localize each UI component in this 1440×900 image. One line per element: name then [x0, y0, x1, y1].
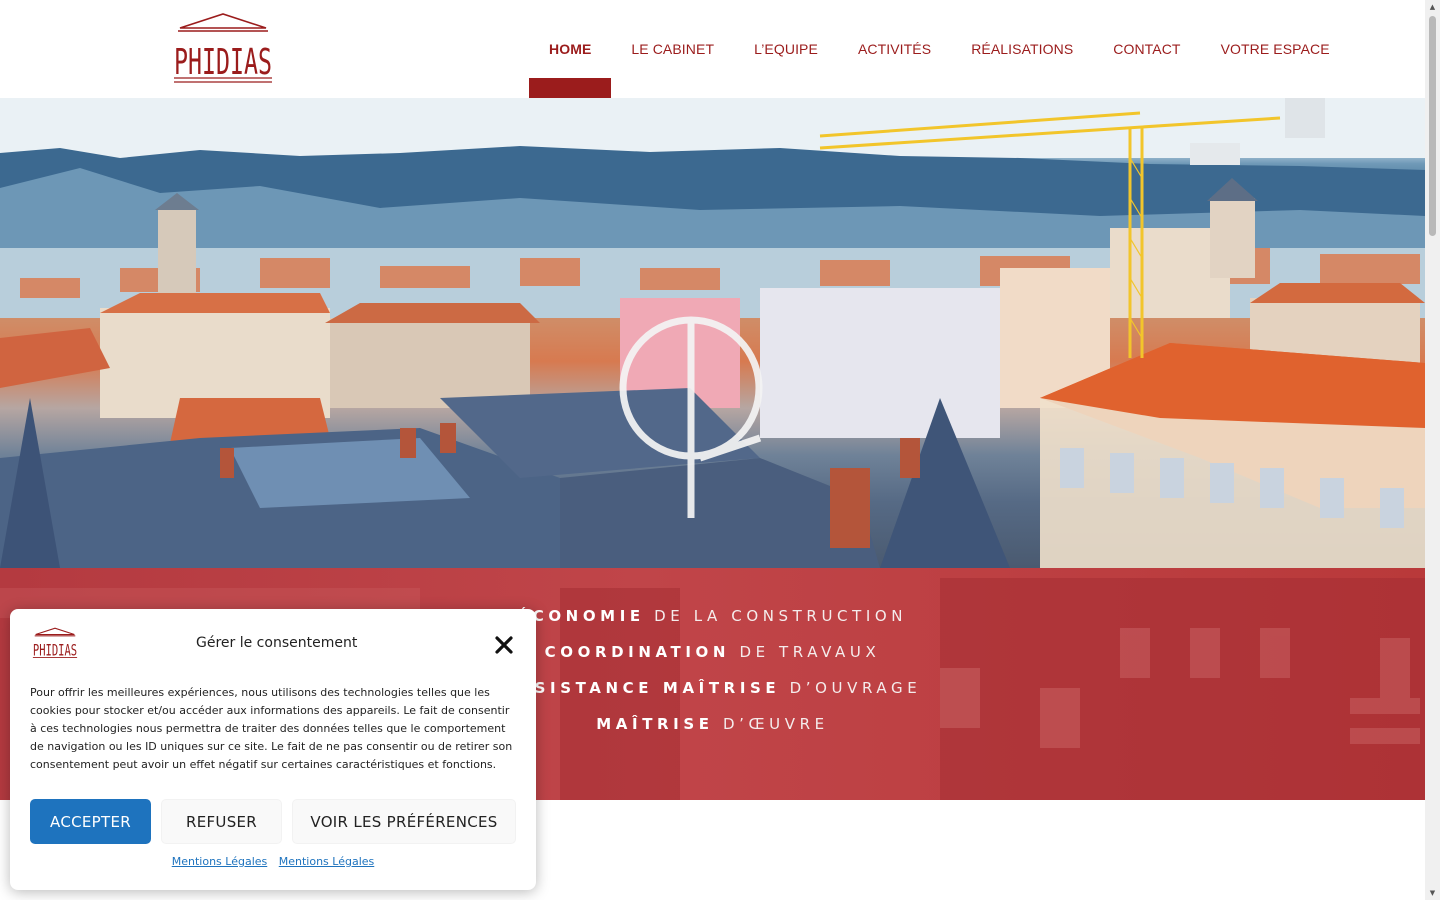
main-nav: HOME LE CABINET L’EQUIPE ACTIVITÉS RÉALI… [529, 0, 1350, 98]
cookie-consent-dialog: PHIDIAS Gérer le consentement Pour offri… [10, 609, 536, 890]
phidias-logo[interactable]: PHIDIAS [172, 12, 274, 86]
legal-notice-link[interactable]: Mentions Légales [172, 855, 268, 868]
nav-item-votre-espace[interactable]: VOTRE ESPACE [1201, 0, 1350, 98]
consent-text: Pour offrir les meilleures expériences, … [30, 686, 513, 771]
close-icon[interactable] [494, 635, 514, 655]
hero-image [0, 98, 1425, 568]
consent-logo-text: PHIDIAS [33, 640, 77, 659]
legal-notice-link[interactable]: Mentions Légales [279, 855, 375, 868]
nav-item-home[interactable]: HOME [529, 0, 612, 98]
logo-text: PHIDIAS [174, 42, 272, 83]
page-scrollbar[interactable]: ▲ ▼ [1425, 0, 1440, 900]
nav-item-le-cabinet[interactable]: LE CABINET [611, 0, 734, 98]
site-header: PHIDIAS HOME LE CABINET L’EQUIPE ACTIVIT… [0, 0, 1425, 98]
refuse-button[interactable]: REFUSER [161, 799, 282, 844]
nav-item-realisations[interactable]: RÉALISATIONS [951, 0, 1093, 98]
accept-button[interactable]: ACCEPTER [30, 799, 151, 844]
city-rooftops-image [0, 98, 1425, 568]
nav-item-activites[interactable]: ACTIVITÉS [838, 0, 951, 98]
view-preferences-button[interactable]: VOIR LES PRÉFÉRENCES [292, 799, 516, 844]
consent-links: Mentions Légales Mentions Légales [10, 855, 536, 868]
nav-item-contact[interactable]: CONTACT [1093, 0, 1200, 98]
scroll-down-icon[interactable]: ▼ [1425, 886, 1440, 900]
scroll-up-icon[interactable]: ▲ [1425, 0, 1440, 14]
scrollbar-thumb[interactable] [1429, 16, 1436, 236]
nav-item-equipe[interactable]: L’EQUIPE [734, 0, 838, 98]
consent-title: Gérer le consentement [196, 635, 358, 651]
consent-logo: PHIDIAS [32, 627, 78, 661]
